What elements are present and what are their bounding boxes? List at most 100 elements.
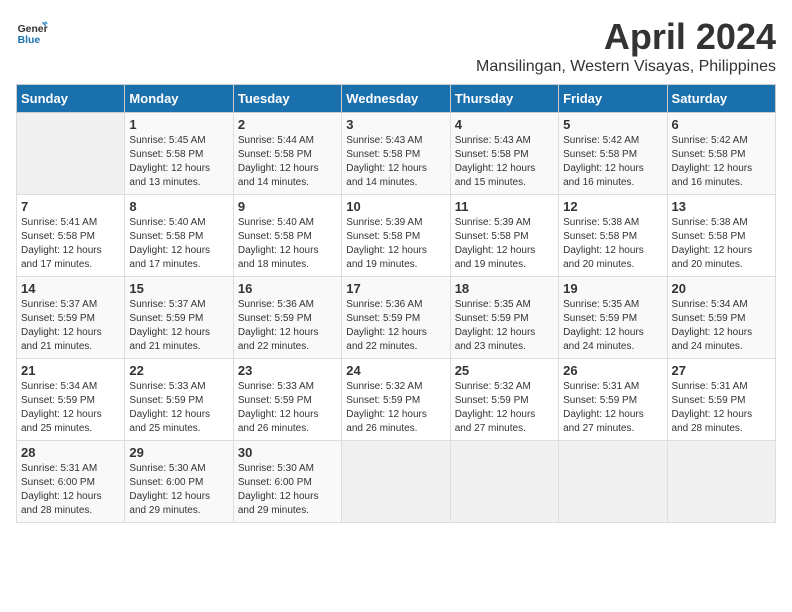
day-number: 23 [238,363,337,378]
day-number: 15 [129,281,228,296]
day-number: 19 [563,281,662,296]
calendar-cell: 19 Sunrise: 5:35 AMSunset: 5:59 PMDayligh… [559,277,667,359]
calendar-table: SundayMondayTuesdayWednesdayThursdayFrid… [16,84,776,523]
calendar-cell [342,441,450,523]
calendar-cell: 21 Sunrise: 5:34 AMSunset: 5:59 PMDayligh… [17,359,125,441]
calendar-cell: 8 Sunrise: 5:40 AMSunset: 5:58 PMDaylight… [125,195,233,277]
day-number: 4 [455,117,554,132]
calendar-cell: 23 Sunrise: 5:33 AMSunset: 5:59 PMDayligh… [233,359,341,441]
day-number: 26 [563,363,662,378]
logo-icon: General Blue [16,16,48,48]
calendar-week-row: 1 Sunrise: 5:45 AMSunset: 5:58 PMDaylight… [17,113,776,195]
calendar-cell: 30Sunrise: 5:30 AMSunset: 6:00 PMDayligh… [233,441,341,523]
calendar-cell: 24Sunrise: 5:32 AMSunset: 5:59 PMDayligh… [342,359,450,441]
day-number: 24 [346,363,445,378]
day-number: 29 [129,445,228,460]
day-number: 16 [238,281,337,296]
day-number: 7 [21,199,120,214]
calendar-cell: 13 Sunrise: 5:38 AMSunset: 5:58 PMDayligh… [667,195,775,277]
day-number: 22 [129,363,228,378]
day-info: Sunrise: 5:33 AMSunset: 5:59 PMDaylight:… [238,380,337,436]
day-info: Sunrise: 5:43 AMSunset: 5:58 PMDaylight:… [346,134,445,190]
day-number: 13 [672,199,771,214]
day-info: Sunrise: 5:32 AMSunset: 5:59 PMDaylight:… [455,380,554,436]
svg-text:General: General [18,24,48,35]
day-number: 8 [129,199,228,214]
day-info: Sunrise: 5:40 AMSunset: 5:58 PMDaylight:… [129,216,228,272]
day-info: Sunrise: 5:45 AMSunset: 5:58 PMDaylight:… [129,134,228,190]
header-sunday: Sunday [17,85,125,113]
calendar-cell: 16 Sunrise: 5:36 AMSunset: 5:59 PMDayligh… [233,277,341,359]
header-wednesday: Wednesday [342,85,450,113]
day-info: Sunrise: 5:38 AMSunset: 5:58 PMDaylight:… [672,216,771,272]
day-info: Sunrise: 5:31 AMSunset: 5:59 PMDaylight:… [672,380,771,436]
day-number: 6 [672,117,771,132]
calendar-cell: 10 Sunrise: 5:39 AMSunset: 5:58 PMDayligh… [342,195,450,277]
calendar-cell: 1 Sunrise: 5:45 AMSunset: 5:58 PMDaylight… [125,113,233,195]
calendar-cell: 29Sunrise: 5:30 AMSunset: 6:00 PMDayligh… [125,441,233,523]
calendar-week-row: 28 Sunrise: 5:31 AMSunset: 6:00 PMDayligh… [17,441,776,523]
day-info: Sunrise: 5:36 AMSunset: 5:59 PMDaylight:… [238,298,337,354]
calendar-cell: 9 Sunrise: 5:40 AMSunset: 5:58 PMDaylight… [233,195,341,277]
day-number: 21 [21,363,120,378]
calendar-cell: 12 Sunrise: 5:38 AMSunset: 5:58 PMDayligh… [559,195,667,277]
calendar-cell: 22 Sunrise: 5:33 AMSunset: 5:59 PMDayligh… [125,359,233,441]
day-info: Sunrise: 5:41 AMSunset: 5:58 PMDaylight:… [21,216,120,272]
calendar-week-row: 7 Sunrise: 5:41 AMSunset: 5:58 PMDaylight… [17,195,776,277]
header-thursday: Thursday [450,85,558,113]
day-info: Sunrise: 5:35 AMSunset: 5:59 PMDaylight:… [563,298,662,354]
header-saturday: Saturday [667,85,775,113]
day-info: Sunrise: 5:42 AMSunset: 5:58 PMDaylight:… [563,134,662,190]
day-number: 9 [238,199,337,214]
calendar-cell: 28 Sunrise: 5:31 AMSunset: 6:00 PMDayligh… [17,441,125,523]
calendar-cell: 14Sunrise: 5:37 AMSunset: 5:59 PMDayligh… [17,277,125,359]
calendar-cell [667,441,775,523]
day-info: Sunrise: 5:39 AMSunset: 5:58 PMDaylight:… [455,216,554,272]
day-info: Sunrise: 5:33 AMSunset: 5:59 PMDaylight:… [129,380,228,436]
day-number: 1 [129,117,228,132]
calendar-cell: 11 Sunrise: 5:39 AMSunset: 5:58 PMDayligh… [450,195,558,277]
day-info: Sunrise: 5:37 AMSunset: 5:59 PMDaylight:… [21,298,120,354]
day-number: 10 [346,199,445,214]
calendar-cell: 26 Sunrise: 5:31 AMSunset: 5:59 PMDayligh… [559,359,667,441]
day-number: 27 [672,363,771,378]
page-header: General Blue April 2024 Mansilingan, Wes… [16,16,776,76]
calendar-cell: 17Sunrise: 5:36 AMSunset: 5:59 PMDayligh… [342,277,450,359]
calendar-header-row: SundayMondayTuesdayWednesdayThursdayFrid… [17,85,776,113]
calendar-cell [17,113,125,195]
calendar-cell: 15 Sunrise: 5:37 AMSunset: 5:59 PMDayligh… [125,277,233,359]
calendar-cell: 20Sunrise: 5:34 AMSunset: 5:59 PMDayligh… [667,277,775,359]
svg-text:Blue: Blue [18,35,41,46]
day-info: Sunrise: 5:38 AMSunset: 5:58 PMDaylight:… [563,216,662,272]
calendar-cell: 6 Sunrise: 5:42 AMSunset: 5:58 PMDaylight… [667,113,775,195]
location-title: Mansilingan, Western Visayas, Philippine… [476,58,776,76]
day-info: Sunrise: 5:42 AMSunset: 5:58 PMDaylight:… [672,134,771,190]
calendar-cell: 27 Sunrise: 5:31 AMSunset: 5:59 PMDayligh… [667,359,775,441]
day-number: 3 [346,117,445,132]
day-info: Sunrise: 5:40 AMSunset: 5:58 PMDaylight:… [238,216,337,272]
day-info: Sunrise: 5:39 AMSunset: 5:58 PMDaylight:… [346,216,445,272]
day-number: 17 [346,281,445,296]
header-tuesday: Tuesday [233,85,341,113]
day-number: 28 [21,445,120,460]
day-info: Sunrise: 5:31 AMSunset: 5:59 PMDaylight:… [563,380,662,436]
logo: General Blue [16,16,48,48]
calendar-cell: 2Sunrise: 5:44 AMSunset: 5:58 PMDaylight… [233,113,341,195]
day-number: 30 [238,445,337,460]
header-monday: Monday [125,85,233,113]
day-number: 11 [455,199,554,214]
calendar-cell [450,441,558,523]
day-info: Sunrise: 5:34 AMSunset: 5:59 PMDaylight:… [21,380,120,436]
day-number: 20 [672,281,771,296]
day-info: Sunrise: 5:43 AMSunset: 5:58 PMDaylight:… [455,134,554,190]
calendar-cell: 5Sunrise: 5:42 AMSunset: 5:58 PMDaylight… [559,113,667,195]
day-info: Sunrise: 5:37 AMSunset: 5:59 PMDaylight:… [129,298,228,354]
day-info: Sunrise: 5:35 AMSunset: 5:59 PMDaylight:… [455,298,554,354]
day-number: 18 [455,281,554,296]
calendar-week-row: 14Sunrise: 5:37 AMSunset: 5:59 PMDayligh… [17,277,776,359]
day-number: 12 [563,199,662,214]
calendar-cell: 3 Sunrise: 5:43 AMSunset: 5:58 PMDaylight… [342,113,450,195]
day-info: Sunrise: 5:44 AMSunset: 5:58 PMDaylight:… [238,134,337,190]
day-number: 25 [455,363,554,378]
day-info: Sunrise: 5:31 AMSunset: 6:00 PMDaylight:… [21,462,120,518]
